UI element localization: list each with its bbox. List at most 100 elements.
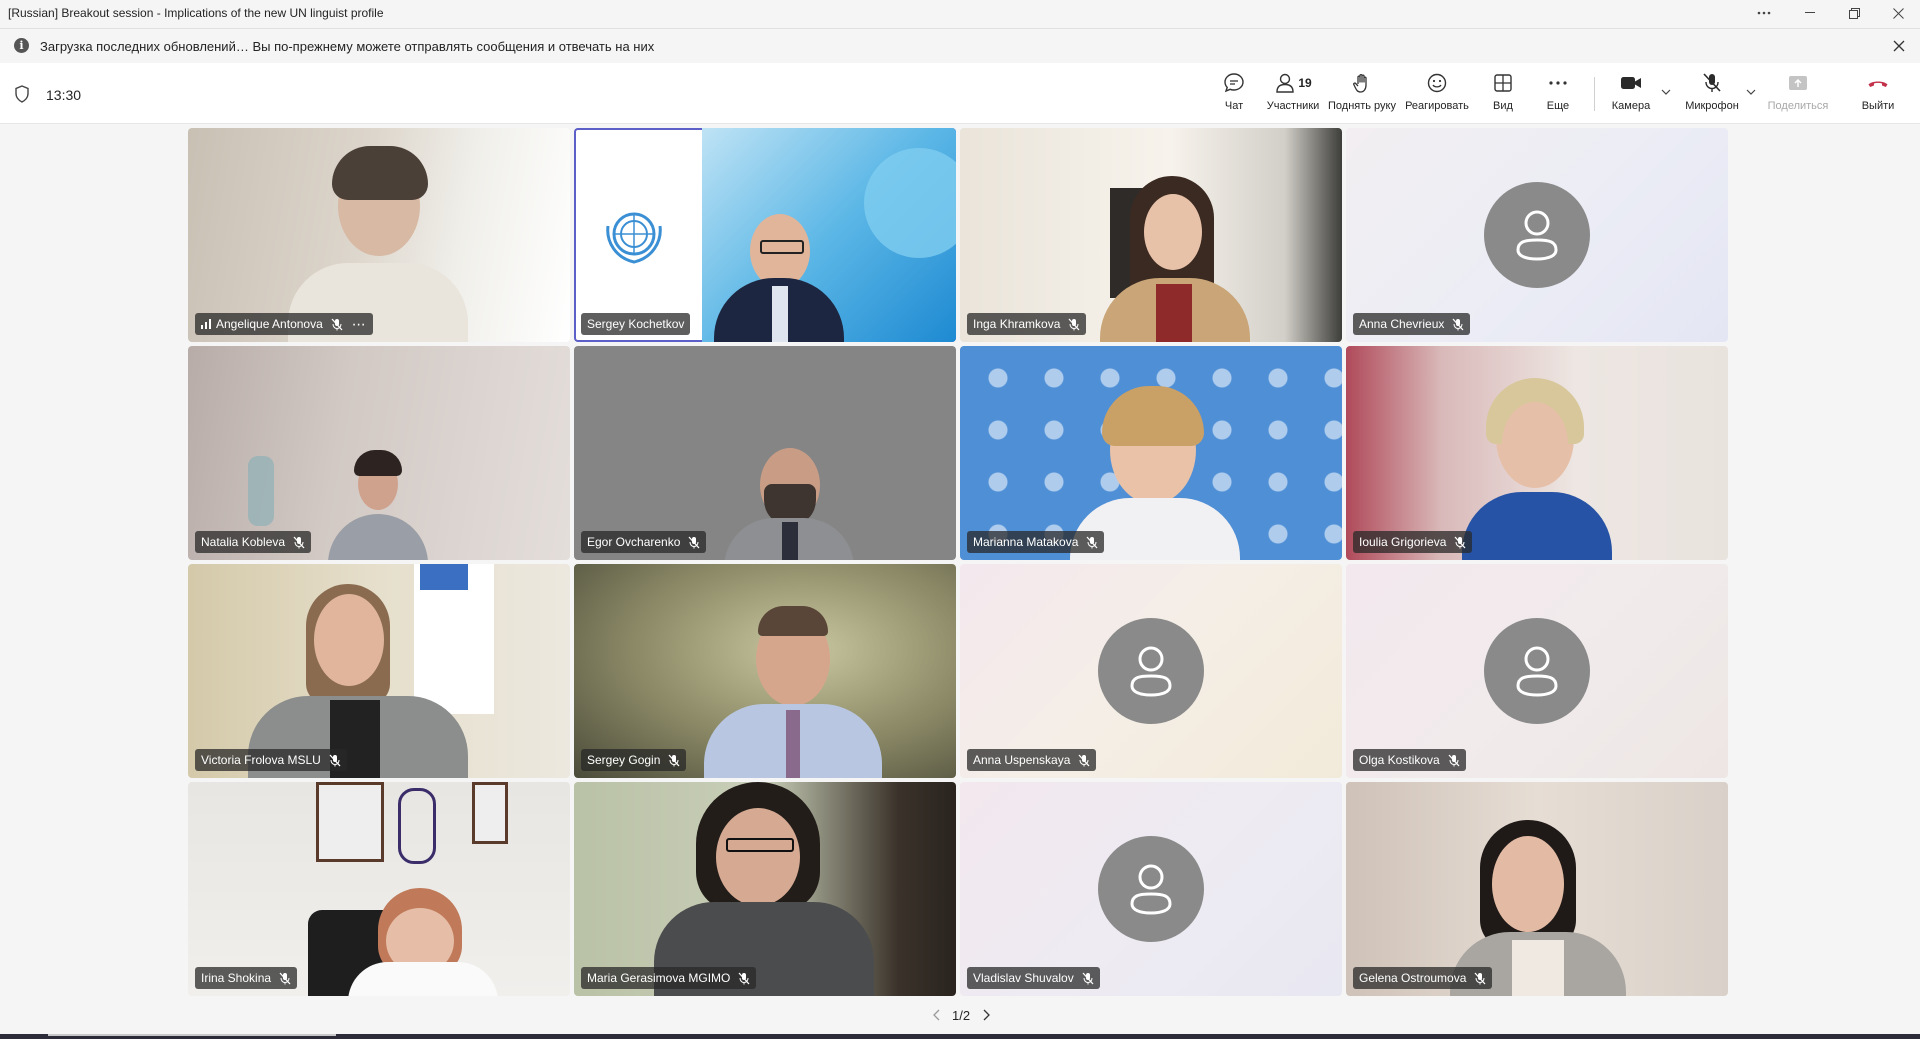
video-tile[interactable]: Marianna Matakova <box>960 346 1342 560</box>
video-tile[interactable]: Sergey Gogin <box>574 564 956 778</box>
microphone-options-chevron-down-icon[interactable] <box>1746 89 1756 95</box>
muted-mic-icon <box>329 754 341 766</box>
avatar <box>1484 618 1590 724</box>
participant-name-tag: Sergey Gogin <box>581 749 687 771</box>
smiley-icon <box>1427 73 1447 93</box>
video-tile[interactable]: Egor Ovcharenko <box>574 346 956 560</box>
raise-hand-label: Поднять руку <box>1328 100 1396 112</box>
video-tile-no-video[interactable]: Vladislav Shuvalov <box>960 782 1342 996</box>
participant-name-tag: Maria Gerasimova MGIMO <box>581 967 757 989</box>
camera-label: Камера <box>1611 100 1651 112</box>
camera-options-chevron-down-icon[interactable] <box>1661 89 1671 95</box>
participant-name: Sergey Kochetkov <box>587 317 685 331</box>
meeting-toolbar: 13:30 Чат 19 Участники Поднять руку Реаг… <box>0 63 1920 124</box>
participant-name-tag: Marianna Matakova <box>967 531 1105 553</box>
shield-icon <box>15 85 29 103</box>
previous-page-chevron-left-icon[interactable] <box>926 1009 946 1021</box>
participant-name-tag: Gelena Ostroumova <box>1353 967 1493 989</box>
video-tile[interactable]: Gelena Ostroumova <box>1346 782 1728 996</box>
video-tile-active-speaker[interactable]: Sergey Kochetkov <box>574 128 956 342</box>
close-window-icon[interactable] <box>1876 0 1920 26</box>
video-tile[interactable]: Irina Shokina <box>188 782 570 996</box>
chat-button[interactable]: Чат <box>1216 71 1252 119</box>
avatar <box>1098 836 1204 942</box>
react-label: Реагировать <box>1405 100 1469 112</box>
more-options-icon[interactable] <box>1742 0 1786 26</box>
camera-icon <box>1621 77 1641 89</box>
person-icon <box>1130 646 1172 697</box>
ellipsis-icon <box>1549 81 1567 85</box>
minimize-icon[interactable] <box>1788 0 1832 26</box>
muted-mic-icon <box>1068 318 1080 330</box>
muted-mic-icon <box>279 972 291 984</box>
participant-name: Natalia Kobleva <box>201 535 286 549</box>
muted-mic-icon <box>668 754 680 766</box>
person-icon <box>1516 210 1558 261</box>
share-button[interactable]: Поделиться <box>1768 71 1828 119</box>
un-emblem-icon <box>606 212 662 264</box>
react-button[interactable]: Реагировать <box>1404 71 1470 119</box>
person-icon <box>1130 864 1172 915</box>
video-tile[interactable]: Victoria Frolova MSLU <box>188 564 570 778</box>
participant-name-tag: Natalia Kobleva <box>195 531 312 553</box>
toolbar-divider <box>1594 77 1595 111</box>
hang-up-icon <box>1868 81 1888 87</box>
video-tile[interactable]: Natalia Kobleva <box>188 346 570 560</box>
avatar <box>1484 182 1590 288</box>
grid-view-icon <box>1494 74 1512 92</box>
participant-name-tag: Angelique Antonova ⋯ <box>195 313 373 335</box>
hand-icon <box>1353 73 1367 93</box>
video-tile[interactable]: Inga Khramkova <box>960 128 1342 342</box>
camera-button[interactable]: Камера <box>1610 71 1652 119</box>
muted-mic-icon <box>1082 972 1094 984</box>
taskbar-edge <box>0 1034 1920 1039</box>
participant-name: Maria Gerasimova MGIMO <box>587 971 731 985</box>
chat-label: Чат <box>1224 100 1244 112</box>
microphone-button[interactable]: Микрофон <box>1684 71 1740 119</box>
muted-mic-icon <box>1078 754 1090 766</box>
participants-label: Участники <box>1266 100 1320 112</box>
title-bar: [Russian] Breakout session - Implication… <box>0 0 1920 26</box>
video-tile[interactable]: Maria Gerasimova MGIMO <box>574 782 956 996</box>
more-button[interactable]: Еще <box>1544 71 1572 119</box>
video-tile-no-video[interactable]: Anna Uspenskaya <box>960 564 1342 778</box>
view-button[interactable]: Вид <box>1488 71 1518 119</box>
participant-name-tag: Egor Ovcharenko <box>581 531 707 553</box>
next-page-chevron-right-icon[interactable] <box>976 1009 996 1021</box>
video-grid: Angelique Antonova ⋯ Sergey Kochetkov In… <box>188 128 1732 996</box>
leave-button[interactable]: Выйти <box>1862 71 1894 119</box>
window-title: [Russian] Breakout session - Implication… <box>8 6 384 20</box>
people-icon <box>1276 73 1295 93</box>
participants-count: 19 <box>1298 76 1312 90</box>
participant-name-tag: Anna Uspenskaya <box>967 749 1097 771</box>
participant-name: Anna Uspenskaya <box>973 753 1071 767</box>
share-label: Поделиться <box>1767 100 1829 112</box>
participant-name: Anna Chevrieux <box>1359 317 1445 331</box>
participant-name: Ioulia Grigorieva <box>1359 535 1447 549</box>
raise-hand-button[interactable]: Поднять руку <box>1328 71 1396 119</box>
participant-name-tag: Sergey Kochetkov <box>581 313 691 335</box>
participants-button[interactable]: 19 Участники <box>1262 71 1324 119</box>
tile-more-options-icon[interactable]: ⋯ <box>352 316 367 333</box>
meeting-timer: 13:30 <box>46 87 82 103</box>
more-label: Еще <box>1546 100 1570 112</box>
dismiss-notification-icon[interactable] <box>1888 35 1910 57</box>
muted-mic-icon <box>293 536 305 548</box>
restore-icon[interactable] <box>1832 0 1876 26</box>
participant-name: Vladislav Shuvalov <box>973 971 1074 985</box>
microphone-muted-icon <box>1703 73 1721 92</box>
video-tile-no-video[interactable]: Anna Chevrieux <box>1346 128 1728 342</box>
share-screen-icon <box>1789 76 1807 90</box>
video-tile[interactable]: Ioulia Grigorieva <box>1346 346 1728 560</box>
view-label: Вид <box>1493 100 1513 112</box>
participant-name: Egor Ovcharenko <box>587 535 681 549</box>
participant-name-tag: Olga Kostikova <box>1353 749 1466 771</box>
participant-name: Olga Kostikova <box>1359 753 1440 767</box>
muted-mic-icon <box>1448 754 1460 766</box>
video-tile-no-video[interactable]: Olga Kostikova <box>1346 564 1728 778</box>
muted-mic-icon <box>688 536 700 548</box>
muted-mic-icon <box>1086 536 1098 548</box>
video-tile[interactable]: Angelique Antonova ⋯ <box>188 128 570 342</box>
leave-label: Выйти <box>1861 100 1895 112</box>
pagination: 1/2 <box>926 1004 996 1026</box>
